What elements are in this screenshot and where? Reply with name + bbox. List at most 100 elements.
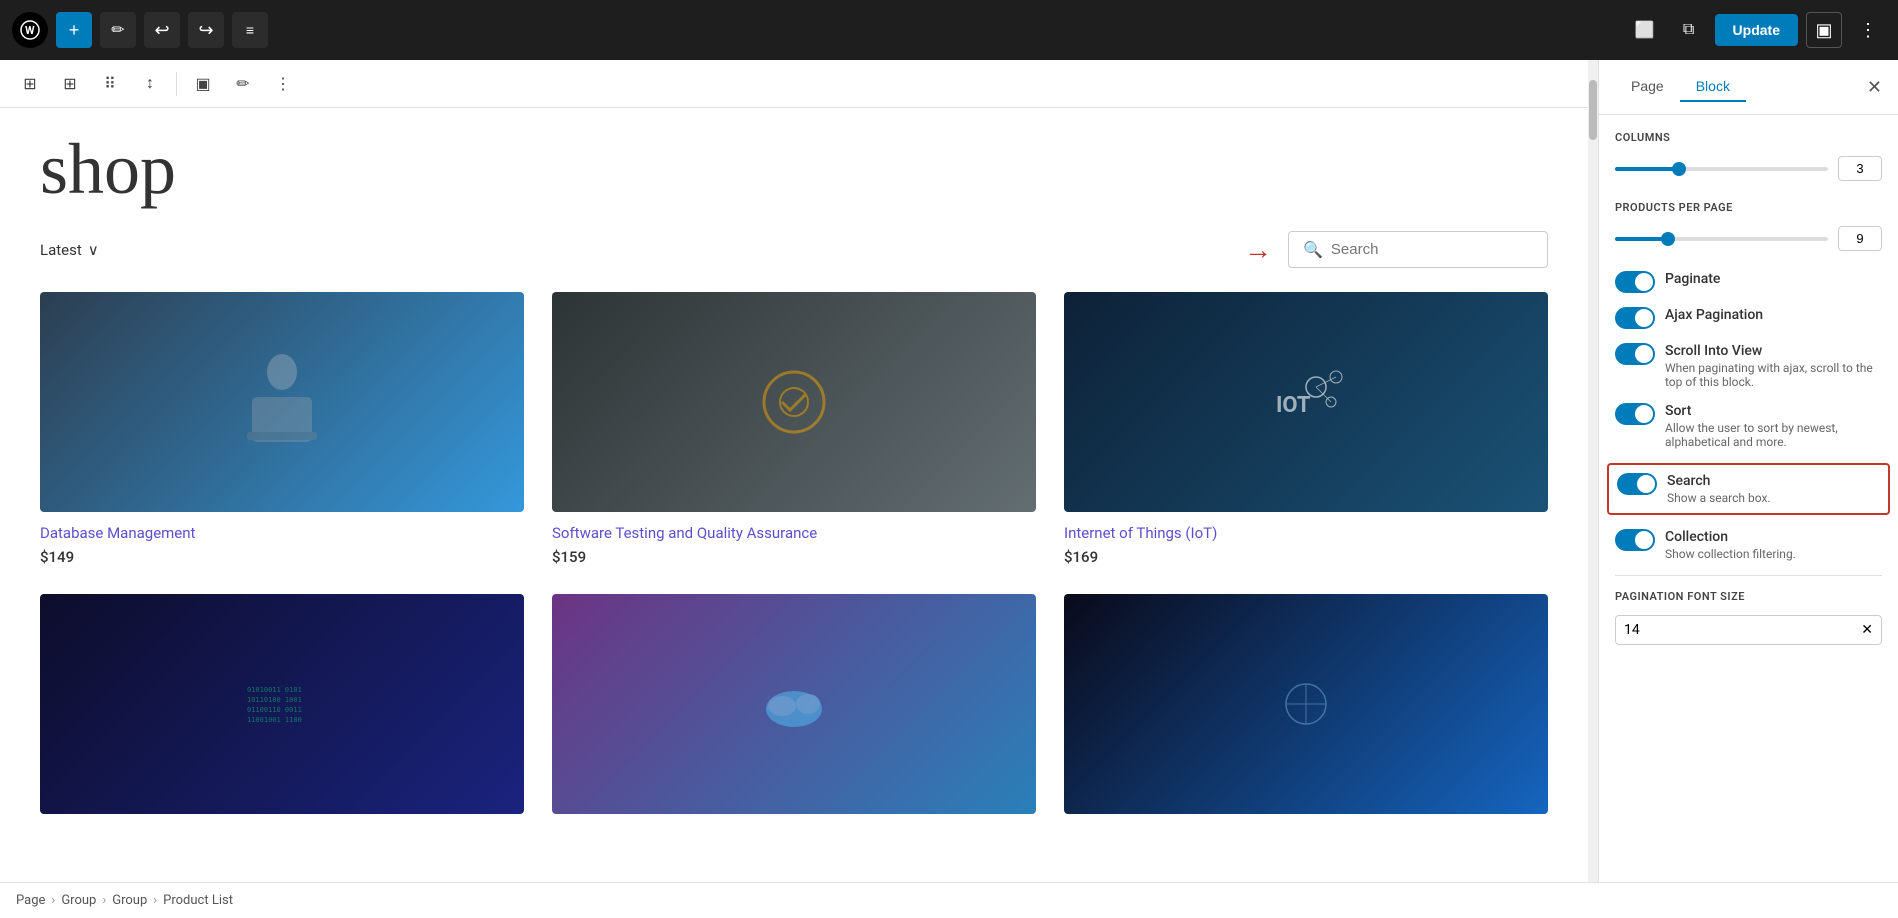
sort-toggle[interactable] [1615, 403, 1655, 425]
product-card: IOT Internet of Things (IoT) $169 [1064, 292, 1548, 566]
product-price: $149 [40, 548, 524, 566]
update-button[interactable]: Update [1715, 14, 1798, 46]
undo-button[interactable]: ↩ [144, 12, 180, 48]
breadcrumb-item[interactable]: Product List [163, 893, 233, 908]
products-per-page-thumb[interactable] [1661, 232, 1675, 246]
collection-label-group: Collection Show collection filtering. [1665, 529, 1796, 561]
panel-tabs: Page Block [1615, 72, 1746, 102]
toggle-scroll-into-view: Scroll Into View When paginating with aj… [1615, 343, 1882, 389]
products-per-page-slider[interactable] [1615, 237, 1828, 241]
svg-text:01100110 0011: 01100110 0011 [247, 706, 302, 714]
sidebar-toggle-button[interactable]: ▣ [1806, 12, 1842, 48]
svg-text:01010011 0101: 01010011 0101 [247, 686, 302, 694]
toggle-paginate: Paginate [1615, 271, 1882, 293]
block-tool-drag[interactable]: ⠿ [92, 66, 128, 102]
drag-icon: ⠿ [104, 74, 116, 94]
menu-button[interactable]: ≡ [232, 12, 268, 48]
columns-section-label: COLUMNS [1615, 131, 1882, 144]
svg-text:W: W [25, 24, 35, 37]
product-image: 01010011 0101 10110100 1001 01100110 001… [40, 594, 524, 814]
block-tool-align[interactable]: ▣ [185, 66, 221, 102]
svg-text:10110100 1001: 10110100 1001 [247, 696, 302, 704]
panel-content: COLUMNS PRODUCTS PER PAGE [1599, 115, 1898, 882]
breadcrumb-item[interactable]: Page [16, 893, 45, 908]
product-image-content [40, 292, 524, 512]
search-label: Search [1667, 473, 1771, 489]
scroll-into-view-label: Scroll Into View [1665, 343, 1882, 359]
product-name[interactable]: Software Testing and Quality Assurance [552, 524, 1036, 542]
product-image-content: 01010011 0101 10110100 1001 01100110 001… [40, 594, 524, 814]
search-input[interactable] [1331, 241, 1533, 258]
sort-dropdown[interactable]: Latest ∨ [40, 241, 99, 259]
ajax-pagination-label-group: Ajax Pagination [1665, 307, 1763, 323]
search-label-group: Search Show a search box. [1667, 473, 1771, 505]
columns-slider-row [1615, 156, 1882, 181]
toolbar-right: ⬜ ⧉ Update ▣ ⋮ [1627, 12, 1886, 48]
panel-divider [1615, 575, 1882, 576]
external-icon: ⧉ [1683, 21, 1694, 39]
pagination-font-size-select[interactable]: 14 ✕ [1615, 615, 1882, 645]
block-tool-edit[interactable]: ✏ [225, 66, 261, 102]
more-options-button[interactable]: ⋮ [1850, 12, 1886, 48]
toggle-search: Search Show a search box. [1607, 463, 1890, 515]
brush-tool-button[interactable]: ✏ [100, 12, 136, 48]
product-grid: Database Management $149 [40, 292, 1548, 832]
search-bar-wrapper: → 🔍 [1244, 231, 1548, 268]
breadcrumb-sep: › [153, 893, 157, 908]
paginate-toggle[interactable] [1615, 271, 1655, 293]
product-image [552, 594, 1036, 814]
top-toolbar: W + ✏ ↩ ↪ ≡ ⬜ ⧉ Update ▣ ⋮ [0, 0, 1898, 60]
scroll-into-view-toggle[interactable] [1615, 343, 1655, 365]
scroll-track[interactable] [1588, 60, 1598, 882]
align-icon: ▣ [195, 74, 210, 94]
sort-desc: Allow the user to sort by newest, alphab… [1665, 421, 1882, 449]
product-card [1064, 594, 1548, 832]
scroll-thumb[interactable] [1589, 80, 1597, 140]
toggle-ajax-pagination: Ajax Pagination [1615, 307, 1882, 329]
product-image [552, 292, 1036, 512]
products-per-page-input[interactable] [1838, 226, 1882, 251]
product-price: $169 [1064, 548, 1548, 566]
tab-page[interactable]: Page [1615, 72, 1680, 102]
sort-label: Latest [40, 241, 82, 259]
block-tool-move[interactable]: ↕ [132, 66, 168, 102]
add-block-button[interactable]: + [56, 12, 92, 48]
more-icon: ⋮ [1859, 20, 1877, 41]
view-button[interactable]: ⬜ [1627, 12, 1663, 48]
product-name[interactable]: Internet of Things (IoT) [1064, 524, 1548, 542]
external-link-button[interactable]: ⧉ [1671, 12, 1707, 48]
block-tool-grid[interactable]: ⊞ [52, 66, 88, 102]
ajax-pagination-toggle[interactable] [1615, 307, 1655, 329]
columns-slider[interactable] [1615, 167, 1828, 171]
toggle-sort: Sort Allow the user to sort by newest, a… [1615, 403, 1882, 449]
product-name[interactable]: Database Management [40, 524, 524, 542]
wordpress-logo[interactable]: W [12, 12, 48, 48]
product-image-content [1064, 594, 1548, 814]
collection-toggle[interactable] [1615, 529, 1655, 551]
breadcrumb-item[interactable]: Group [61, 893, 96, 908]
search-icon: 🔍 [1303, 240, 1323, 259]
redo-icon: ↪ [198, 20, 213, 41]
products-per-page-slider-row [1615, 226, 1882, 251]
search-input-box[interactable]: 🔍 [1288, 231, 1548, 268]
close-panel-button[interactable]: ✕ [1867, 77, 1882, 98]
collection-label: Collection [1665, 529, 1796, 545]
columns-slider-thumb[interactable] [1672, 162, 1686, 176]
breadcrumb-item[interactable]: Group [112, 893, 147, 908]
font-size-clear-icon: ✕ [1861, 622, 1873, 638]
product-card [552, 594, 1036, 832]
block-tool-more[interactable]: ⋮ [265, 66, 301, 102]
toggle-collection: Collection Show collection filtering. [1615, 529, 1882, 561]
svg-text:11001001 1100: 11001001 1100 [247, 716, 302, 724]
move-icon: ↕ [146, 75, 154, 93]
columns-slider-fill [1615, 167, 1679, 171]
search-toggle[interactable] [1617, 473, 1657, 495]
block-tool-group[interactable]: ⊞ [12, 66, 48, 102]
svg-text:IOT: IOT [1276, 393, 1311, 418]
scroll-into-view-desc: When paginating with ajax, scroll to the… [1665, 361, 1882, 389]
product-price: $159 [552, 548, 1036, 566]
columns-value-input[interactable] [1838, 156, 1882, 181]
tab-block[interactable]: Block [1680, 72, 1746, 102]
right-panel: Page Block ✕ COLUMNS PRODUCTS PER PAGE [1598, 60, 1898, 882]
redo-button[interactable]: ↪ [188, 12, 224, 48]
